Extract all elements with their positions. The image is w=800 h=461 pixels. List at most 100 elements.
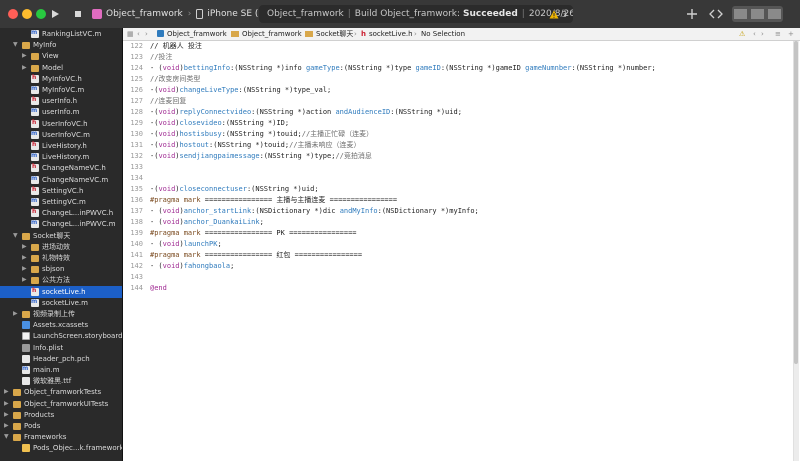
code-line[interactable]: 139 #pragma mark ================ PK ====…: [123, 228, 800, 239]
code-line[interactable]: 128 -(void)replyConnectvideo:(NSString *)…: [123, 107, 800, 118]
code-line[interactable]: 135 -(void)closeconnectuser:(NSString *)u…: [123, 184, 800, 195]
code-line[interactable]: 124 - (void)bettingInfo:(NSString *)info …: [123, 63, 800, 74]
code-line[interactable]: 125 //改变房间类型: [123, 74, 800, 85]
disclosure-closed-icon[interactable]: ▶: [22, 255, 28, 261]
forward-arrow-icon[interactable]: ›: [145, 28, 148, 40]
zoom-window-button[interactable]: [36, 9, 46, 19]
debug-area-toggle-icon[interactable]: [751, 9, 764, 19]
jumpbar-subgroup[interactable]: Socket聊天: [316, 28, 353, 40]
navigator-item[interactable]: UserInfoVC.m: [0, 128, 122, 141]
code-line[interactable]: 141 #pragma mark ================ 红包 ====…: [123, 250, 800, 261]
navigator-item[interactable]: userInfo.h: [0, 94, 122, 107]
navigator-item[interactable]: ▼ Socket聊天: [0, 230, 122, 242]
code-line[interactable]: 129 -(void)closevideo:(NSString *)ID;: [123, 118, 800, 129]
code-line[interactable]: 142 - (void)fahongbaola;: [123, 261, 800, 272]
navigator-item[interactable]: MyInfoVC.m: [0, 83, 122, 96]
code-line[interactable]: 127 //连麦回复: [123, 96, 800, 107]
navigator-item[interactable]: SettingVC.m: [0, 195, 122, 208]
code-line[interactable]: 126 -(void)changeLiveType:(NSString *)typ…: [123, 85, 800, 96]
navigator-item[interactable]: UserInfoVC.h: [0, 117, 122, 130]
navigator-item[interactable]: RankingListVC.m: [0, 28, 122, 40]
navigator-item[interactable]: LiveHistory.h: [0, 139, 122, 152]
code-line[interactable]: 134: [123, 173, 800, 184]
navigator-item[interactable]: ChangeNameVC.h: [0, 161, 122, 174]
disclosure-closed-icon[interactable]: ▶: [13, 311, 19, 317]
navigator-item[interactable]: ▶ Object_framworkUITests: [0, 398, 122, 410]
disclosure-closed-icon[interactable]: ▶: [4, 400, 10, 407]
disclosure-open-icon[interactable]: ▼: [13, 42, 19, 48]
navigator-item[interactable]: ▼ MyInfo: [0, 39, 122, 51]
code-review-button[interactable]: [704, 6, 728, 22]
back-arrow-icon[interactable]: ‹: [137, 28, 140, 40]
navigator-item[interactable]: ▶ 公共方法: [0, 274, 122, 286]
disclosure-closed-icon[interactable]: ▶: [4, 389, 10, 395]
related-items-icon[interactable]: ≡: [775, 28, 781, 40]
navigator-item[interactable]: ▶ 进场动效: [0, 241, 122, 253]
chevron-right-icon[interactable]: ›: [761, 28, 764, 40]
warning-indicator[interactable]: 3: [549, 10, 567, 19]
stop-button[interactable]: [69, 5, 87, 23]
navigator-item[interactable]: MyInfoVC.h: [0, 72, 122, 85]
code-line[interactable]: 144 @end: [123, 283, 800, 294]
navigator-item[interactable]: ChangeNameVC.m: [0, 173, 122, 186]
navigator-item[interactable]: main.m: [0, 363, 122, 376]
navigator-item[interactable]: ▶ Products: [0, 409, 122, 421]
navigator-item[interactable]: LaunchScreen.storyboard: [0, 330, 122, 342]
navigator-item[interactable]: ChangeL...inPWVC.h: [0, 206, 122, 219]
warning-icon[interactable]: ⚠: [739, 28, 745, 40]
navigator-item[interactable]: LiveHistory.m: [0, 150, 122, 163]
disclosure-open-icon[interactable]: ▼: [4, 434, 10, 440]
navigator-item[interactable]: 微软雅黑.ttf: [0, 375, 122, 387]
code-line[interactable]: 133: [123, 162, 800, 173]
disclosure-closed-icon[interactable]: ▶: [4, 411, 10, 418]
chevron-left-icon[interactable]: ‹: [753, 28, 756, 40]
close-window-button[interactable]: [8, 9, 18, 19]
navigator-item[interactable]: Assets.xcassets: [0, 319, 122, 331]
navigator-item[interactable]: Pods_Objec...k.framework: [0, 442, 122, 454]
inspector-toggle-icon[interactable]: [768, 9, 781, 19]
jumpbar-file[interactable]: socketLive.h: [369, 28, 413, 40]
code-line[interactable]: 140 - (void)launchPK;: [123, 239, 800, 250]
vertical-scrollbar[interactable]: [790, 41, 800, 461]
navigator-toggle-icon[interactable]: [734, 9, 747, 19]
add-editor-icon[interactable]: +: [788, 28, 794, 40]
navigator-item[interactable]: Header_pch.pch: [0, 353, 122, 365]
navigator-item[interactable]: ChangeL...inPWVC.m: [0, 217, 122, 230]
code-line[interactable]: 131 -(void)hostout:(NSString *)touid;//主播…: [123, 140, 800, 151]
navigator-item[interactable]: ▶ Model: [0, 62, 122, 74]
minimize-window-button[interactable]: [22, 9, 32, 19]
code-line[interactable]: 130 -(void)hostisbusy:(NSString *)touid;/…: [123, 129, 800, 140]
grid-icon[interactable]: ▦: [127, 28, 134, 40]
code-area[interactable]: 122 // 机器人 投注 123 //投注 124 - (void)bettingInf…: [123, 41, 800, 461]
navigator-item[interactable]: ▶ sbjson: [0, 263, 122, 275]
disclosure-closed-icon[interactable]: ▶: [4, 423, 10, 429]
code-line[interactable]: 136 #pragma mark ================ 主播与主播连麦…: [123, 195, 800, 206]
jumpbar-project[interactable]: Object_framwork: [167, 28, 227, 40]
code-line[interactable]: 123 //投注: [123, 52, 800, 63]
navigator-item[interactable]: ▶ 礼物特效: [0, 252, 122, 264]
jumpbar-group[interactable]: Object_framwork: [242, 28, 302, 40]
navigator-item[interactable]: ▶ 视频录制上传: [0, 308, 122, 320]
disclosure-closed-icon[interactable]: ▶: [22, 64, 28, 71]
disclosure-closed-icon[interactable]: ▶: [22, 243, 28, 250]
run-button[interactable]: [46, 5, 64, 23]
disclosure-closed-icon[interactable]: ▶: [22, 53, 28, 59]
disclosure-closed-icon[interactable]: ▶: [22, 277, 28, 283]
navigator-item[interactable]: ▶ Pods: [0, 420, 122, 432]
navigator-item[interactable]: SettingVC.h: [0, 184, 122, 197]
navigator-item[interactable]: ▶ Object_framworkTests: [0, 386, 122, 398]
navigator-item[interactable]: ▶ View: [0, 50, 122, 62]
code-line[interactable]: 132 -(void)sendjiangpaimessage:(NSString …: [123, 151, 800, 162]
navigator-item[interactable]: Info.plist: [0, 342, 122, 354]
navigator-item[interactable]: ▼ Frameworks: [0, 431, 122, 443]
navigator-item[interactable]: userInfo.m: [0, 105, 122, 118]
navigator-item[interactable]: socketLive.h: [0, 285, 122, 298]
code-line[interactable]: 137 - (void)anchor_startLink:(NSDictionar…: [123, 206, 800, 217]
disclosure-open-icon[interactable]: ▼: [13, 232, 19, 239]
scrollbar-thumb[interactable]: [794, 41, 798, 364]
navigator-item[interactable]: socketLive.m: [0, 296, 122, 309]
disclosure-closed-icon[interactable]: ▶: [22, 266, 28, 272]
library-button[interactable]: [680, 6, 704, 22]
jumpbar-selection[interactable]: No Selection: [421, 28, 465, 40]
code-line[interactable]: 122 // 机器人 投注: [123, 41, 800, 52]
